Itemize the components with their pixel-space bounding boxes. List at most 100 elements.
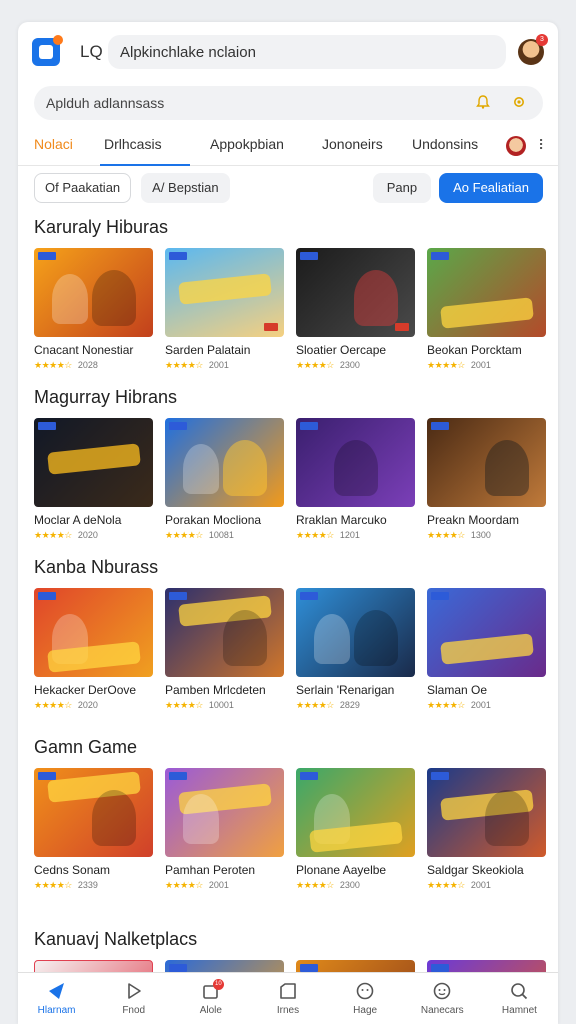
face-icon xyxy=(355,981,375,1003)
rating-count: 2001 xyxy=(208,880,229,890)
thumbnail-tag xyxy=(38,422,56,430)
game-thumbnail[interactable] xyxy=(165,418,284,507)
top-bar: LQ Alpkinchlake nclaion 3 xyxy=(18,22,558,82)
game-thumbnail[interactable] xyxy=(427,418,546,507)
filter-chip-1[interactable]: Of Paakatian xyxy=(34,173,132,203)
game-card[interactable]: Moclar A deNola ★★★★☆ 2020 xyxy=(34,418,153,541)
game-title: Sarden Palatain xyxy=(165,343,251,357)
game-card[interactable]: Plonane Aayelbe ★★★★☆ 2300 xyxy=(296,768,415,891)
thumbnail-art xyxy=(440,297,534,329)
tab-drlhcasis[interactable]: Drlhcasis xyxy=(100,126,190,166)
filter-bar: Of Paakatian A/ Bepstian Panp Ao Fealiat… xyxy=(34,172,543,204)
game-meta: ★★★★☆ 10081 xyxy=(165,529,284,541)
game-thumbnail[interactable] xyxy=(296,418,415,507)
tab-avatar[interactable] xyxy=(506,135,526,156)
thumbnail-tag xyxy=(169,252,187,260)
thumbnail-art xyxy=(47,443,141,475)
nav-item-apps[interactable]: 10 Alole xyxy=(172,973,249,1024)
section-title: Kanuavj Nalketplacs xyxy=(34,929,198,949)
rating-stars: ★★★★☆ xyxy=(165,529,203,540)
section-2: Magurray Hibrans Moclar A deNola ★★★★☆ 20… xyxy=(34,384,546,541)
game-thumbnail[interactable] xyxy=(296,768,415,857)
game-meta: ★★★★☆ 1300 xyxy=(427,529,546,541)
rating-stars: ★★★★☆ xyxy=(34,699,72,710)
nav-item-search[interactable]: Hamnet xyxy=(481,973,558,1024)
secondary-button[interactable]: Panp xyxy=(372,173,432,203)
tab-nolaci[interactable]: Nolaci xyxy=(34,126,100,166)
search-icon xyxy=(509,981,529,1003)
game-title: Beokan Porcktam xyxy=(427,343,522,357)
nav-item-home[interactable]: Hlarnam xyxy=(18,973,95,1024)
thumbnail-art xyxy=(354,270,398,326)
nav-item-face[interactable]: Hage xyxy=(327,973,404,1024)
game-title: Cnacant Nonestiar xyxy=(34,343,134,357)
game-title: Preakn Moordam xyxy=(427,513,520,527)
game-thumbnail[interactable] xyxy=(165,248,284,337)
apps-icon: 10 xyxy=(201,979,224,1003)
game-meta: ★★★★☆ 2829 xyxy=(296,699,415,711)
game-meta: ★★★★☆ 2001 xyxy=(427,879,546,891)
rating-count: 2339 xyxy=(77,880,98,890)
thumbnail-art xyxy=(178,273,272,305)
rating-stars: ★★★★☆ xyxy=(34,529,72,540)
game-thumbnail[interactable] xyxy=(427,768,546,857)
game-card[interactable]: Pamhan Peroten ★★★★☆ 2001 xyxy=(165,768,284,891)
game-card[interactable]: Hekacker DerOove ★★★★☆ 2020 xyxy=(34,588,153,711)
top-search-field[interactable]: Alpkinchlake nclaion xyxy=(108,35,506,69)
section-title: Gamn Game xyxy=(34,737,138,757)
search-bar[interactable]: Aplduh adlannsass xyxy=(34,86,543,120)
game-card[interactable]: Preakn Moordam ★★★★☆ 1300 xyxy=(427,418,546,541)
profile-avatar[interactable]: 3 xyxy=(518,34,548,65)
game-card[interactable]: Cnacant Nonestiar ★★★★☆ 2028 xyxy=(34,248,153,371)
tab-jononeirs[interactable]: Jononeirs xyxy=(306,126,406,166)
game-card[interactable]: Pamben Mrlcdeten ★★★★☆ 10001 xyxy=(165,588,284,711)
card-row: Hekacker DerOove ★★★★☆ 2020 Pamben Mrlcde… xyxy=(34,588,546,711)
thumbnail-art xyxy=(334,440,378,496)
rating-count: 10001 xyxy=(208,700,234,710)
game-card[interactable]: Cedns Sonam ★★★★☆ 2339 xyxy=(34,768,153,891)
game-thumbnail[interactable] xyxy=(34,248,153,337)
more-icon[interactable]: ⠇ xyxy=(538,137,548,154)
game-title: Saldgar Skeokiola xyxy=(427,863,524,877)
game-card[interactable]: Slaman Oe ★★★★☆ 2001 xyxy=(427,588,546,711)
thumbnail-tag xyxy=(169,964,187,972)
game-card[interactable]: Rraklan Marcuko ★★★★☆ 1201 xyxy=(296,418,415,541)
thumbnail-tag xyxy=(169,592,187,600)
rating-stars: ★★★★☆ xyxy=(165,879,203,890)
game-card[interactable]: Sloatier Oercape ★★★★☆ 2300 xyxy=(296,248,415,371)
nav-item-smile[interactable]: Nanecars xyxy=(404,973,481,1024)
rating-count: 2001 xyxy=(470,360,491,370)
game-card[interactable]: Sarden Palatain ★★★★☆ 2001 xyxy=(165,248,284,371)
tab-undonsins[interactable]: Undonsins xyxy=(406,126,488,166)
settings-icon[interactable] xyxy=(507,95,531,112)
game-title: Cedns Sonam xyxy=(34,863,111,877)
rating-count: 2001 xyxy=(208,360,229,370)
tab-appokpbian[interactable]: Appokpbian xyxy=(190,126,306,166)
game-thumbnail[interactable] xyxy=(165,588,284,677)
primary-button[interactable]: Ao Fealiatian xyxy=(439,173,543,203)
game-card[interactable]: Serlain 'Renarigan ★★★★☆ 2829 xyxy=(296,588,415,711)
notification-badge: 3 xyxy=(536,34,548,46)
rating-count: 2001 xyxy=(470,880,491,890)
filter-chip-2[interactable]: A/ Bepstian xyxy=(141,173,230,203)
nav-item-play[interactable]: Fnod xyxy=(95,973,172,1024)
bell-icon[interactable] xyxy=(471,94,495,112)
app-logo[interactable] xyxy=(32,35,63,66)
game-thumbnail[interactable] xyxy=(296,248,415,337)
game-thumbnail[interactable] xyxy=(165,768,284,857)
game-title: Moclar A deNola xyxy=(34,513,122,527)
game-thumbnail[interactable] xyxy=(427,248,546,337)
game-thumbnail[interactable] xyxy=(34,768,153,857)
game-thumbnail[interactable] xyxy=(427,588,546,677)
thumbnail-tag xyxy=(264,323,278,331)
nav-item-folder[interactable]: Irnes xyxy=(249,973,326,1024)
rating-count: 2020 xyxy=(77,530,98,540)
game-card[interactable]: Porakan Mocliona ★★★★☆ 10081 xyxy=(165,418,284,541)
game-thumbnail[interactable] xyxy=(34,418,153,507)
game-thumbnail[interactable] xyxy=(296,588,415,677)
play-icon xyxy=(124,981,144,1003)
game-card[interactable]: Saldgar Skeokiola ★★★★☆ 2001 xyxy=(427,768,546,891)
game-meta: ★★★★☆ 2001 xyxy=(427,359,546,371)
game-card[interactable]: Beokan Porcktam ★★★★☆ 2001 xyxy=(427,248,546,371)
game-thumbnail[interactable] xyxy=(34,588,153,677)
